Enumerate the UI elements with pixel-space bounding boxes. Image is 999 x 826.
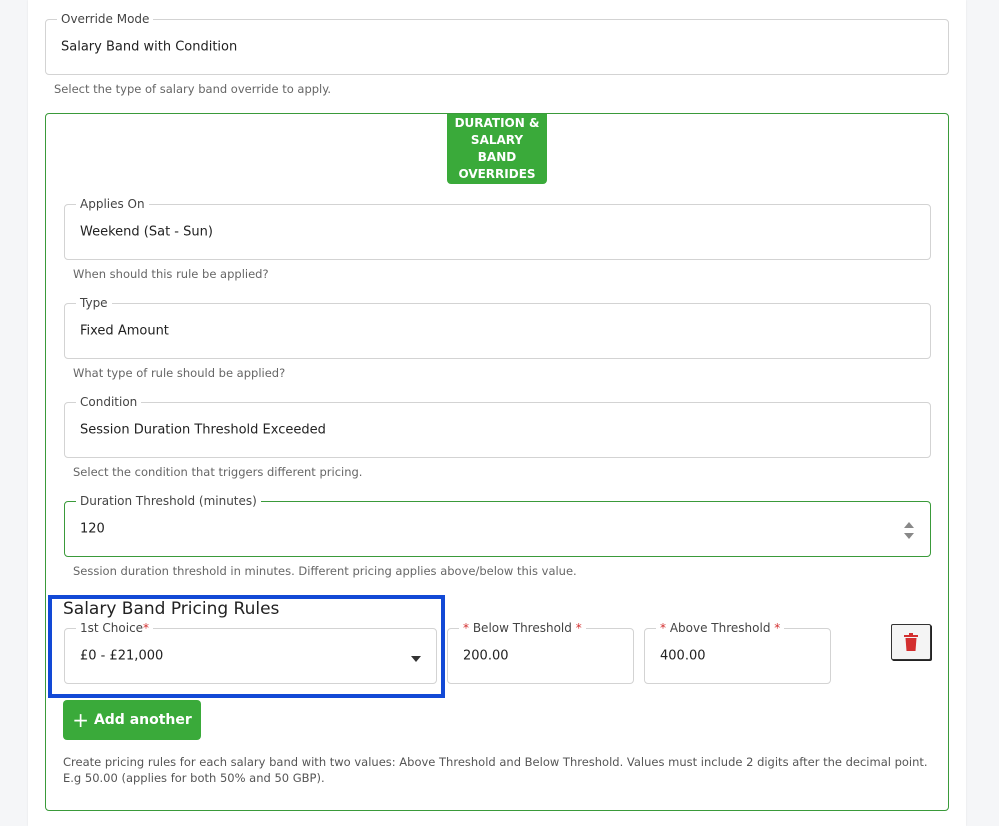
- type-select[interactable]: Type Fixed Amount: [64, 296, 931, 359]
- choice-label-text: 1st Choice: [80, 621, 144, 635]
- below-label-text: Below Threshold: [472, 621, 572, 635]
- above-threshold-label: * Above Threshold *: [656, 621, 785, 635]
- above-threshold-input[interactable]: * Above Threshold * 400.00: [644, 621, 831, 684]
- below-threshold-value: 200.00: [463, 648, 509, 664]
- applies-on-help: When should this rule be applied?: [73, 267, 269, 281]
- condition-value: Session Duration Threshold Exceeded: [80, 422, 326, 438]
- condition-label: Condition: [76, 395, 142, 409]
- override-mode-select[interactable]: Override Mode Salary Band with Condition: [45, 12, 949, 75]
- duration-threshold-value: 120: [80, 521, 105, 537]
- chevron-down-icon[interactable]: [411, 656, 421, 662]
- required-mark: *: [463, 621, 469, 635]
- duration-threshold-help: Session duration threshold in minutes. D…: [73, 564, 577, 578]
- required-mark: *: [660, 621, 666, 635]
- type-value: Fixed Amount: [80, 323, 169, 339]
- panel-badge: DURATION & SALARY BAND OVERRIDES: [447, 114, 547, 184]
- plus-icon: +: [72, 708, 89, 732]
- required-mark: *: [143, 621, 150, 635]
- required-mark: *: [774, 621, 781, 635]
- add-another-button[interactable]: + Add another: [63, 700, 201, 740]
- override-mode-label: Override Mode: [57, 12, 154, 26]
- required-mark: *: [575, 621, 582, 635]
- condition-select[interactable]: Condition Session Duration Threshold Exc…: [64, 395, 931, 458]
- condition-help: Select the condition that triggers diffe…: [73, 465, 363, 479]
- type-help: What type of rule should be applied?: [73, 366, 286, 380]
- spinner-icon[interactable]: [904, 522, 914, 540]
- duration-threshold-label: Duration Threshold (minutes): [76, 494, 261, 508]
- above-label-text: Above Threshold: [669, 621, 771, 635]
- applies-on-select[interactable]: Applies On Weekend (Sat - Sun): [64, 197, 931, 260]
- salary-band-select[interactable]: 1st Choice* £0 - £21,000: [64, 621, 437, 684]
- spin-up-icon[interactable]: [904, 522, 914, 528]
- pricing-rules-footnote: Create pricing rules for each salary ban…: [63, 755, 928, 785]
- applies-on-label: Applies On: [76, 197, 149, 211]
- trash-icon: [904, 633, 918, 651]
- spin-down-icon[interactable]: [904, 533, 914, 539]
- type-label: Type: [76, 296, 112, 310]
- applies-on-value: Weekend (Sat - Sun): [80, 224, 213, 240]
- above-threshold-value: 400.00: [660, 648, 706, 664]
- below-threshold-input[interactable]: * Below Threshold * 200.00: [447, 621, 634, 684]
- delete-rule-button[interactable]: [891, 624, 931, 660]
- duration-salary-panel: DURATION & SALARY BAND OVERRIDES Applies…: [45, 113, 949, 811]
- override-mode-help: Select the type of salary band override …: [54, 82, 332, 96]
- add-another-label: Add another: [93, 712, 192, 728]
- settings-card: Override Mode Salary Band with Condition…: [28, 0, 966, 826]
- override-mode-value: Salary Band with Condition: [61, 39, 238, 55]
- duration-threshold-input[interactable]: Duration Threshold (minutes) 120: [64, 494, 931, 557]
- pricing-rules-title: Salary Band Pricing Rules: [63, 599, 280, 619]
- salary-band-label: 1st Choice*: [76, 621, 154, 635]
- salary-band-value: £0 - £21,000: [80, 648, 164, 664]
- below-threshold-label: * Below Threshold *: [459, 621, 586, 635]
